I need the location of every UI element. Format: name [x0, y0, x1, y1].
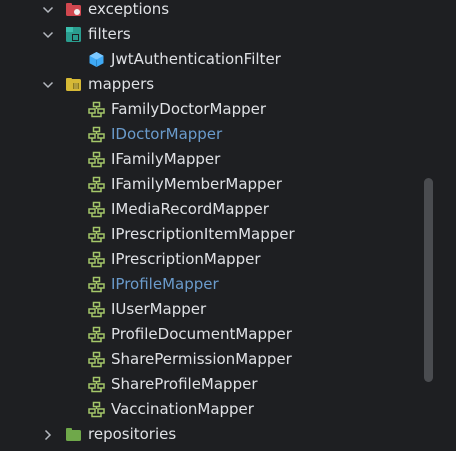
tree-row-label: FamilyDoctorMapper [111, 100, 267, 118]
mapper-icon [88, 326, 105, 343]
tree-row-familydoctormapper[interactable]: FamilyDoctorMapper [0, 97, 456, 122]
tree-row-label: VaccinationMapper [111, 400, 254, 418]
package-folder-icon [65, 26, 82, 43]
mapper-icon [88, 151, 105, 168]
project-tree: exceptions filters JwtAuthenticationFilt… [0, 0, 456, 447]
tree-row-label: IFamilyMapper [111, 150, 221, 168]
mapper-icon [88, 401, 105, 418]
tree-row-label: IFamilyMemberMapper [111, 175, 282, 193]
chevron-down-icon[interactable] [40, 22, 56, 47]
tree-row-label: IPrescriptionMapper [111, 250, 261, 268]
mapper-icon [88, 101, 105, 118]
tree-row-label: IUserMapper [111, 300, 207, 318]
tree-row-iprofilemapper[interactable]: IProfileMapper [0, 272, 456, 297]
mapper-icon [88, 201, 105, 218]
tree-row-label: JwtAuthenticationFilter [111, 50, 281, 68]
tree-row-iprescriptionmapper[interactable]: IPrescriptionMapper [0, 247, 456, 272]
tree-row-mappers[interactable]: mappers [0, 72, 456, 97]
tree-row-repositories[interactable]: repositories [0, 422, 456, 447]
package-folder-icon [65, 76, 82, 93]
vertical-scrollbar[interactable] [424, 178, 433, 382]
tree-row-label: mappers [88, 75, 155, 93]
tree-row-label: IMediaRecordMapper [111, 200, 269, 218]
package-folder-icon [65, 1, 82, 18]
mapper-icon [88, 351, 105, 368]
tree-row-label: ProfileDocumentMapper [111, 325, 292, 343]
tree-row-ifamilymapper[interactable]: IFamilyMapper [0, 147, 456, 172]
tree-row-sharepermissionmapper[interactable]: SharePermissionMapper [0, 347, 456, 372]
tree-row-label: IPrescriptionItemMapper [111, 225, 295, 243]
tree-row-label: SharePermissionMapper [111, 350, 292, 368]
class-cube-icon [88, 51, 105, 68]
tree-row-label: ShareProfileMapper [111, 375, 258, 393]
mapper-icon [88, 226, 105, 243]
tree-row-label: filters [88, 25, 131, 43]
tree-row-jwtauthenticationfilter[interactable]: JwtAuthenticationFilter [0, 47, 456, 72]
tree-row-iusermapper[interactable]: IUserMapper [0, 297, 456, 322]
tree-row-iprescriptionitemmapper[interactable]: IPrescriptionItemMapper [0, 222, 456, 247]
tree-row-label: IProfileMapper [111, 275, 219, 293]
mapper-icon [88, 176, 105, 193]
tree-row-imediarecordmapper[interactable]: IMediaRecordMapper [0, 197, 456, 222]
mapper-icon [88, 376, 105, 393]
mapper-icon [88, 126, 105, 143]
tree-row-profiledocumentmapper[interactable]: ProfileDocumentMapper [0, 322, 456, 347]
tree-row-label: repositories [88, 425, 177, 443]
package-folder-icon [65, 426, 82, 443]
tree-row-ifamilymembermapper[interactable]: IFamilyMemberMapper [0, 172, 456, 197]
tree-row-idoctormapper[interactable]: IDoctorMapper [0, 122, 456, 147]
mapper-icon [88, 251, 105, 268]
chevron-down-icon[interactable] [40, 72, 56, 97]
tree-row-label: IDoctorMapper [111, 125, 223, 143]
chevron-down-icon[interactable] [40, 0, 56, 22]
mapper-icon [88, 301, 105, 318]
tree-row-shareprofilemapper[interactable]: ShareProfileMapper [0, 372, 456, 397]
mapper-icon [88, 276, 105, 293]
tree-row-vaccinationmapper[interactable]: VaccinationMapper [0, 397, 456, 422]
tree-row-label: exceptions [88, 0, 170, 18]
tree-row-filters[interactable]: filters [0, 22, 456, 47]
tree-row-exceptions[interactable]: exceptions [0, 0, 456, 22]
chevron-right-icon[interactable] [40, 422, 56, 447]
